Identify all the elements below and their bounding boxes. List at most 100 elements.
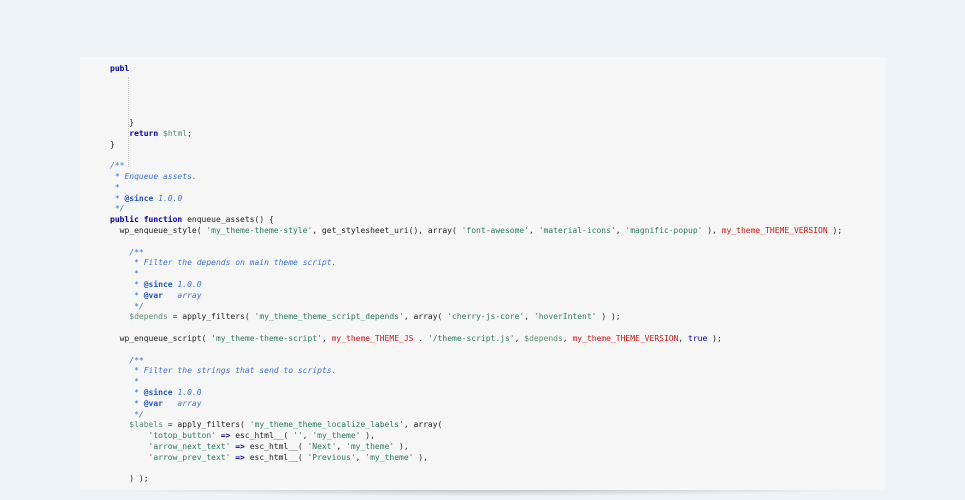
code-token: =>	[230, 441, 250, 451]
code-token: wp_enqueue_style(	[110, 225, 207, 235]
code-line: }	[110, 118, 875, 129]
code-line: *	[110, 269, 875, 280]
code-line: return $html;	[110, 129, 875, 140]
code-token: 'Previous'	[307, 452, 356, 462]
code-line: * Filter the depends on main theme scrip…	[110, 258, 875, 269]
code-token: $depends	[129, 312, 168, 322]
code-line: * @since 1.0.0	[110, 194, 875, 205]
code-token: enqueue_assets() {	[182, 215, 274, 225]
code-token: my_theme_THEME_VERSION	[721, 225, 828, 235]
code-token: ,	[302, 431, 313, 441]
code-token: ),	[413, 452, 428, 462]
code-token: my_theme_THEME_VERSION	[572, 333, 679, 343]
code-panel: publ } return $html;} /** * Enqueue asset…	[80, 57, 885, 490]
code-token: 'my_theme'	[312, 431, 361, 441]
code-token: }	[110, 117, 135, 127]
code-line: 'arrow_next_text' => esc_html__( 'Next',…	[110, 442, 875, 453]
code-line: */	[110, 204, 875, 215]
code-token: =>	[215, 431, 236, 441]
code-token: @since	[143, 279, 173, 289]
code-token: 'my_theme_theme_script_depends'	[254, 312, 404, 322]
code-token: publ	[110, 64, 130, 73]
code-token: ,	[562, 333, 573, 343]
code-token: = apply_filters(	[167, 312, 255, 322]
code-line: /**	[110, 161, 875, 172]
code-line: /**	[110, 248, 875, 259]
code-token: 'Next'	[307, 441, 337, 451]
code-token: 'magnific-popup'	[625, 225, 703, 235]
code-line: ) );	[110, 474, 875, 485]
code-token: /**	[110, 355, 144, 365]
code-token: *	[110, 269, 139, 279]
code-token: , get_stylesheet_uri(), array(	[312, 225, 462, 235]
code-token: @since	[124, 193, 154, 203]
code-token: ,	[615, 225, 626, 235]
code-token: *	[110, 398, 144, 408]
code-token: *	[110, 193, 125, 203]
code-token: 'my_theme-theme-script'	[211, 333, 322, 343]
code-token: ,	[336, 441, 347, 451]
code-token: ,	[524, 312, 534, 322]
code-line: public function enqueue_assets() {	[110, 215, 875, 226]
code-line: $labels = apply_filters( 'my_theme_theme…	[110, 420, 875, 431]
code-line: * @var array	[110, 399, 875, 410]
code-token: true	[688, 333, 708, 343]
code-token: .	[413, 333, 428, 343]
code-block: publ } return $html;} /** * Enqueue asset…	[110, 64, 875, 485]
code-token: esc_html__(	[249, 441, 308, 451]
code-token: 'hoverIntent'	[533, 312, 597, 322]
code-line: *	[110, 377, 875, 388]
code-line: wp_enqueue_style( 'my_theme-theme-style'…	[110, 226, 875, 237]
code-token: ;	[187, 128, 192, 138]
code-token: array	[162, 398, 202, 408]
code-token: 'my_theme'	[346, 441, 395, 451]
code-token: , array(	[403, 312, 448, 322]
code-token: $labels	[129, 420, 163, 430]
code-token: = apply_filters(	[162, 420, 250, 430]
code-token: *	[110, 290, 144, 300]
code-token: * Enqueue assets.	[110, 171, 197, 181]
code-line: */	[110, 410, 875, 421]
code-token: , array(	[403, 420, 443, 430]
code-token: 'my_theme_theme_localize_labels'	[249, 420, 404, 430]
code-token: * Filter the strings that send to script…	[110, 366, 337, 376]
code-token: }	[110, 139, 115, 149]
code-line: wp_enqueue_script( 'my_theme-theme-scrip…	[110, 334, 875, 345]
code-token: ) );	[596, 312, 621, 322]
code-token: ''	[293, 431, 303, 441]
code-line: * @since 1.0.0	[110, 388, 875, 399]
code-token: */	[110, 204, 125, 214]
code-token: 'my_theme-theme-style'	[206, 225, 313, 235]
code-token: *	[110, 182, 120, 192]
code-token: ,	[355, 452, 366, 462]
code-token: '/theme-script.js'	[427, 333, 515, 343]
code-token: *	[110, 387, 144, 397]
code-token: @var	[143, 398, 163, 408]
code-token: 1.0.0	[172, 387, 202, 397]
code-token: 'arrow_prev_text'	[148, 452, 231, 462]
code-token: );	[707, 333, 722, 343]
code-token: * Filter the depends on main theme scrip…	[110, 258, 337, 268]
code-token: 'font-awesome'	[461, 225, 530, 235]
code-token: $html	[163, 128, 188, 138]
code-line: * @var array	[110, 291, 875, 302]
code-line: * Enqueue assets.	[110, 172, 875, 183]
code-token: ),	[702, 225, 722, 235]
code-token: ,	[321, 333, 332, 343]
code-line: */	[110, 302, 875, 313]
code-token: 'my_theme'	[365, 452, 414, 462]
code-token: ),	[360, 431, 375, 441]
code-token: /**	[110, 247, 144, 257]
code-token: ) );	[110, 474, 149, 484]
code-token: my_theme_THEME_JS	[331, 333, 414, 343]
code-token: return	[129, 128, 159, 138]
